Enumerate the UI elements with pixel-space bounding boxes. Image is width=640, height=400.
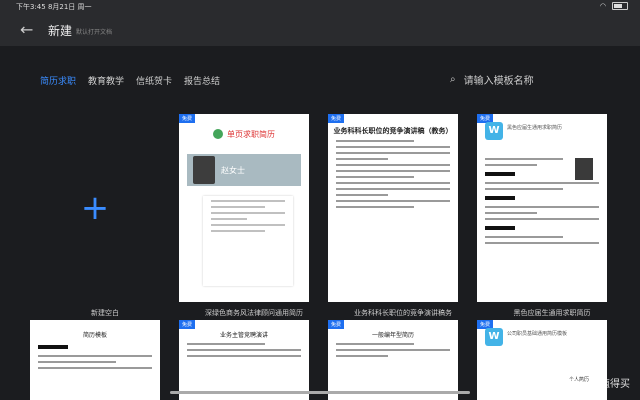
- section-bar: [485, 196, 515, 200]
- text-line: [336, 349, 450, 351]
- template-thumbnail[interactable]: 免费 业务主管竞聘演讲: [179, 320, 309, 400]
- status-time: 下午3:45 8月21日 周一: [16, 3, 92, 11]
- template-thumbnail[interactable]: 免费 一般编年型简历: [328, 320, 458, 400]
- text-line: [485, 158, 563, 160]
- resume-body: [203, 196, 293, 286]
- text-line: [187, 343, 265, 345]
- text-line: [336, 170, 450, 172]
- template-thumbnail[interactable]: 免费 W 黑色应届生通用求职简历: [477, 114, 607, 302]
- template-thumbnail[interactable]: 简历模板: [30, 320, 160, 400]
- tab-education[interactable]: 教育教学: [88, 74, 124, 87]
- text-line: [485, 212, 537, 214]
- text-line: [38, 367, 152, 369]
- free-badge: 免费: [179, 320, 196, 329]
- template-name: 深绿色商务风法律顾问通用简历: [205, 309, 303, 317]
- text-line: [336, 200, 450, 202]
- section-bar: [38, 345, 68, 349]
- text-line: [187, 355, 301, 357]
- page-title: 新建: [48, 24, 73, 38]
- template-thumbnail[interactable]: 免费 业务科科长职位的竞争演讲稿（教务）: [328, 114, 458, 302]
- free-badge: 免费: [328, 114, 345, 123]
- tab-resume[interactable]: 简历求职: [40, 74, 76, 87]
- section-bar: [485, 226, 515, 230]
- text-line: [336, 182, 450, 184]
- template-grid-row-1: + 新建空白 免费 单页求职简历 赵女士 深绿色商务风法律顾问通用简历 免费 业…: [30, 114, 607, 317]
- free-badge: 免费: [179, 114, 196, 123]
- text-line: [336, 194, 388, 196]
- battery-icon: [612, 2, 628, 10]
- profile-photo: [575, 158, 593, 180]
- back-arrow-icon[interactable]: ←: [20, 20, 33, 39]
- new-blank-label: 新建空白: [91, 309, 119, 317]
- template-name: 业务科科长职位的竞争演讲稿务: [354, 309, 452, 317]
- resume-heading: 单页求职简历: [179, 114, 309, 154]
- text-line: [336, 158, 388, 160]
- text-line: [336, 164, 450, 166]
- resume-banner: 赵女士: [187, 154, 301, 186]
- template-card[interactable]: 免费 业务科科长职位的竞争演讲稿（教务） 业务科科长职位的竞争演讲稿务: [328, 114, 458, 317]
- tab-reports[interactable]: 报告总结: [184, 74, 220, 87]
- logo-icon: [213, 129, 223, 139]
- status-bar: 下午3:45 8月21日 周一 ◠: [0, 0, 640, 12]
- text-line: [336, 188, 450, 190]
- watermark: 值 什么值得买: [566, 379, 630, 390]
- category-tabs: 简历求职 教育教学 信纸贺卡 报告总结: [40, 74, 220, 87]
- text-line: [211, 224, 285, 226]
- text-line: [211, 200, 285, 202]
- text-line: [211, 218, 247, 220]
- text-line: [38, 355, 152, 357]
- doc-title: 业务主管竞聘演讲: [219, 332, 268, 339]
- text-line: [336, 355, 388, 357]
- text-line: [485, 218, 599, 220]
- status-icons: ◠: [600, 2, 628, 10]
- doc-title: 简历模板: [82, 332, 107, 339]
- wps-doc-icon: W: [485, 122, 503, 140]
- section-bar: [485, 172, 515, 176]
- text-line: [485, 164, 537, 166]
- template-card[interactable]: 免费 单页求职简历 赵女士 深绿色商务风法律顾问通用简历: [179, 114, 309, 317]
- template-card[interactable]: 免费 W 黑色应届生通用求职简历 黑色应届生通用求职简历: [477, 114, 607, 317]
- search-placeholder: 请输入模板名称: [463, 76, 534, 87]
- doc-title: 黑色应届生通用求职简历: [507, 125, 563, 131]
- wifi-icon: ◠: [599, 2, 606, 10]
- text-line: [485, 206, 599, 208]
- text-line: [336, 152, 450, 154]
- tab-letters[interactable]: 信纸贺卡: [136, 74, 172, 87]
- text-line: [485, 236, 563, 238]
- wps-doc-icon: W: [485, 328, 503, 346]
- search-icon: ⌕: [450, 74, 456, 85]
- page-subtitle: 默认打开文档: [76, 29, 113, 36]
- text-line: [336, 343, 414, 345]
- template-grid-row-2: 简历模板 免费 业务主管竞聘演讲 免费 一般编年型简历 免费 W 公司职员基础通…: [30, 320, 607, 400]
- plus-icon: +: [80, 188, 110, 228]
- text-line: [211, 212, 285, 214]
- new-blank-card[interactable]: + 新建空白: [30, 114, 160, 317]
- text-line: [336, 146, 450, 148]
- text-line: [336, 176, 414, 178]
- free-badge: 免费: [328, 320, 345, 329]
- template-name: 黑色应届生通用求职简历: [513, 309, 591, 317]
- doc-title: 业务科科长职位的竞争演讲稿（教务）: [333, 127, 453, 135]
- text-line: [187, 349, 301, 351]
- template-search[interactable]: ⌕ 请输入模板名称: [450, 72, 534, 87]
- doc-title: 公司职员基础通用简历模板: [507, 331, 568, 337]
- new-blank-thumb[interactable]: +: [30, 114, 160, 302]
- home-indicator[interactable]: [170, 391, 470, 394]
- resume-heading-text: 单页求职简历: [227, 129, 275, 139]
- avatar: [193, 156, 215, 184]
- text-line: [211, 230, 265, 232]
- doc-title: 一般编年型简历: [371, 332, 414, 339]
- resume-name: 赵女士: [221, 165, 245, 175]
- app-header: ← 新建 默认打开文档: [0, 12, 640, 46]
- text-line: [336, 206, 414, 208]
- text-line: [485, 242, 599, 244]
- text-line: [336, 140, 414, 142]
- text-line: [38, 361, 116, 363]
- text-line: [211, 206, 265, 208]
- text-line: [485, 188, 563, 190]
- template-thumbnail[interactable]: 免费 单页求职简历 赵女士: [179, 114, 309, 302]
- text-line: [485, 182, 599, 184]
